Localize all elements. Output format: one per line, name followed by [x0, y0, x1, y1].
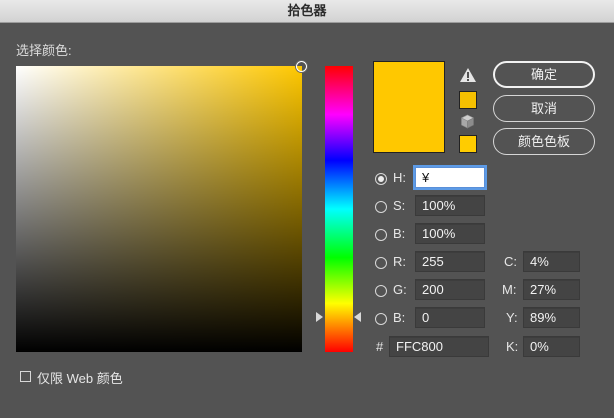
yellow-input[interactable]: 89%: [523, 307, 580, 328]
hue-label: H:: [393, 170, 406, 185]
radio-blue[interactable]: [375, 313, 387, 325]
radio-saturation[interactable]: [375, 201, 387, 213]
cube-icon[interactable]: [460, 114, 475, 129]
red-input[interactable]: 255: [415, 251, 485, 272]
color-marker[interactable]: [296, 61, 307, 72]
yellow-label: Y:: [506, 310, 518, 325]
color-swatches-button[interactable]: 颜色色板: [493, 128, 595, 155]
web-safe-swatch[interactable]: [459, 135, 477, 153]
radio-red[interactable]: [375, 257, 387, 269]
green-input[interactable]: 200: [415, 279, 485, 300]
current-color-swatch: [373, 61, 445, 153]
brightness-label: B:: [393, 226, 406, 241]
black-label: K:: [506, 339, 519, 354]
magenta-label: M:: [502, 282, 517, 297]
radio-hue[interactable]: [375, 173, 387, 185]
saturation-brightness-field[interactable]: [16, 61, 307, 352]
cyan-input[interactable]: 4%: [523, 251, 580, 272]
hue-slider[interactable]: [325, 66, 353, 352]
radio-green[interactable]: [375, 285, 387, 297]
web-colors-only-checkbox[interactable]: [20, 371, 31, 382]
window-title: 拾色器: [0, 0, 614, 23]
cyan-label: C:: [504, 254, 517, 269]
hue-input[interactable]: ¥: [415, 167, 485, 188]
red-label: R:: [393, 254, 406, 269]
hex-label: #: [376, 339, 384, 354]
saturation-label: S:: [393, 198, 406, 213]
black-input[interactable]: 0%: [523, 336, 580, 357]
radio-brightness[interactable]: [375, 229, 387, 241]
ok-button[interactable]: 确定: [493, 61, 595, 88]
warning-triangle-icon[interactable]: [459, 67, 477, 83]
brightness-input[interactable]: 100%: [415, 223, 485, 244]
magenta-input[interactable]: 27%: [523, 279, 580, 300]
hue-slider-handle-left[interactable]: [316, 312, 323, 322]
gamut-warning-swatch[interactable]: [459, 91, 477, 109]
hex-input[interactable]: FFC800: [389, 336, 489, 357]
select-color-label: 选择颜色:: [16, 43, 72, 58]
blue-input[interactable]: 0: [415, 307, 485, 328]
cancel-button[interactable]: 取消: [493, 95, 595, 122]
saturation-input[interactable]: 100%: [415, 195, 485, 216]
hue-slider-handle-right[interactable]: [354, 312, 361, 322]
web-colors-only-label: 仅限 Web 颜色: [37, 371, 123, 386]
green-label: G:: [393, 282, 407, 297]
blue-label: B:: [393, 310, 406, 325]
